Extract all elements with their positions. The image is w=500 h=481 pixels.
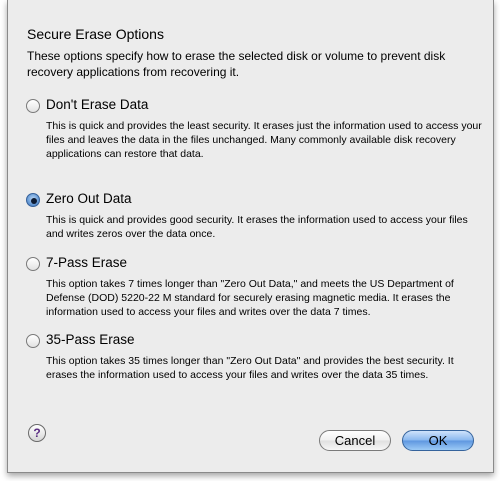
option-description: This option takes 7 times longer than "Z…	[46, 278, 454, 318]
option-label[interactable]: Zero Out Data	[46, 191, 132, 206]
radio-dot-icon	[31, 198, 37, 204]
option-label[interactable]: Don't Erase Data	[46, 97, 148, 112]
radio-button[interactable]	[26, 334, 40, 348]
cancel-button[interactable]: Cancel	[319, 430, 391, 451]
option-description: This is quick and provides good security…	[46, 214, 468, 240]
option-label[interactable]: 35-Pass Erase	[46, 332, 135, 347]
option-description: This option takes 35 times longer than "…	[46, 355, 454, 381]
radio-button[interactable]	[26, 257, 40, 271]
option-label[interactable]: 7-Pass Erase	[46, 255, 127, 270]
dialog-title: Secure Erase Options	[27, 26, 164, 42]
secure-erase-options-sheet: Secure Erase Options These options speci…	[7, 0, 494, 473]
dialog-intro-text: These options specify how to erase the s…	[27, 49, 446, 79]
radio-button[interactable]	[26, 99, 40, 113]
help-button[interactable]: ?	[28, 424, 46, 442]
option-description: This is quick and provides the least sec…	[46, 120, 482, 160]
ok-button[interactable]: OK	[402, 430, 474, 451]
radio-button-selected[interactable]	[26, 193, 40, 207]
